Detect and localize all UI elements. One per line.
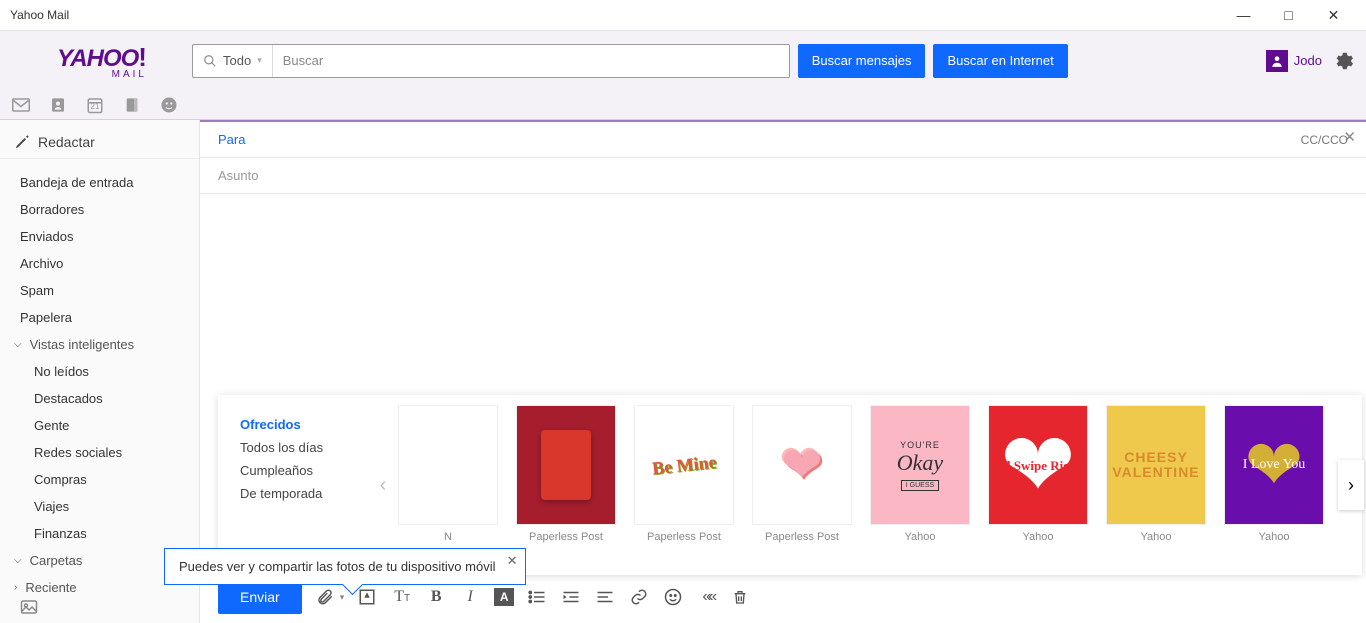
card-thumb-iloveyou: I Love You [1224, 405, 1324, 525]
compose-pane: ✕ Para CC/CCO Ofrecidos Todos los días C… [200, 120, 1366, 623]
subject-field-row [200, 158, 1366, 194]
card-thumb-rose-heart [752, 405, 852, 525]
window-maximize-button[interactable]: □ [1266, 0, 1311, 30]
search-input[interactable] [273, 45, 789, 77]
sidebar-item-archive[interactable]: Archivo [0, 250, 199, 277]
to-input[interactable] [259, 132, 1300, 147]
chevron-down-icon: ▾ [257, 55, 262, 66]
card-thumb-red-envelope [516, 405, 616, 525]
stationery-cat-everyday[interactable]: Todos los días [240, 436, 358, 459]
stationery-card[interactable]: N [398, 405, 498, 565]
search-web-button[interactable]: Buscar en Internet [933, 44, 1067, 78]
window-minimize-button[interactable]: ― [1221, 0, 1266, 30]
text-color-icon[interactable]: A [494, 588, 514, 606]
sidebar-item-social[interactable]: Redes sociales [0, 439, 199, 466]
send-button[interactable]: Enviar [218, 580, 302, 614]
bold-icon[interactable]: B [426, 588, 446, 606]
stationery-icon[interactable] [358, 588, 378, 606]
calendar-icon[interactable]: 21 [86, 96, 104, 114]
font-size-icon[interactable]: TT [392, 588, 412, 606]
to-field-row: Para CC/CCO [200, 122, 1366, 158]
sidebar-item-travel[interactable]: Viajes [0, 493, 199, 520]
card-thumb-okay: YOU'RE Okay I GUESS [870, 405, 970, 525]
sidebar-item-inbox[interactable]: Bandeja de entrada [0, 169, 199, 196]
italic-icon[interactable]: I [460, 588, 480, 606]
mail-icon[interactable] [12, 98, 30, 112]
close-compose-button[interactable]: ✕ [1343, 128, 1356, 146]
search-box: Todo ▾ [192, 44, 790, 78]
bullet-list-icon[interactable] [528, 590, 548, 604]
pencil-icon [14, 134, 30, 150]
indent-icon[interactable] [562, 590, 582, 604]
sidebar-item-trash[interactable]: Papelera [0, 304, 199, 331]
search-icon [203, 54, 217, 68]
stationery-cat-seasonal[interactable]: De temporada [240, 482, 358, 505]
tooltip-close-button[interactable]: ✕ [507, 553, 518, 569]
stationery-card[interactable]: Be Mine Paperless Post [634, 405, 734, 565]
window-close-button[interactable]: ✕ [1311, 0, 1356, 30]
app-icon-strip: 21 [0, 90, 1366, 120]
stationery-card[interactable]: YOU'RE Okay I GUESS Yahoo [870, 405, 970, 565]
cc-cco-toggle[interactable]: CC/CCO [1301, 133, 1348, 147]
user-menu[interactable]: Jodo [1266, 50, 1322, 72]
sidebar-item-sent[interactable]: Enviados [0, 223, 199, 250]
subject-input[interactable] [218, 168, 1348, 183]
sidebar-item-people[interactable]: Gente [0, 412, 199, 439]
card-thumb-swipe-right: I'd Swipe Right [988, 405, 1088, 525]
stationery-cat-featured[interactable]: Ofrecidos [240, 413, 358, 436]
yahoo-mail-logo[interactable]: YAHOO! MAIL [12, 42, 192, 80]
search-messages-button[interactable]: Buscar mensajes [798, 44, 926, 78]
notepad-icon[interactable] [124, 96, 140, 114]
sidebar-item-finance[interactable]: Finanzas [0, 520, 199, 547]
stationery-cat-birthday[interactable]: Cumpleaños [240, 459, 358, 482]
stationery-card[interactable]: I Love You Yahoo [1224, 405, 1324, 565]
stationery-card[interactable]: CHEESYVALENTINE Yahoo [1106, 405, 1206, 565]
sidebar-item-drafts[interactable]: Borradores [0, 196, 199, 223]
align-icon[interactable] [596, 590, 616, 604]
card-thumb-be-mine: Be Mine [634, 405, 734, 525]
sidebar-section-smart-views[interactable]: Vistas inteligentes [0, 331, 199, 358]
link-icon[interactable] [630, 588, 650, 606]
trash-icon[interactable] [732, 588, 752, 606]
avatar-icon [1266, 50, 1288, 72]
sidebar-item-unread[interactable]: No leídos [0, 358, 199, 385]
stationery-card[interactable]: Paperless Post [516, 405, 616, 565]
stationery-card[interactable]: Paperless Post [752, 405, 852, 565]
photos-icon[interactable] [20, 599, 38, 615]
contacts-icon[interactable] [50, 97, 66, 113]
stationery-card[interactable]: I'd Swipe Right Yahoo [988, 405, 1088, 565]
sidebar-item-starred[interactable]: Destacados [0, 385, 199, 412]
window-titlebar: Yahoo Mail ― □ ✕ [0, 0, 1366, 30]
messenger-icon[interactable] [160, 96, 178, 114]
attach-icon[interactable] [316, 588, 336, 606]
stationery-next-button[interactable]: › [1338, 460, 1364, 510]
collapse-icon[interactable]: «« [698, 588, 718, 606]
card-thumb-cheesy: CHEESYVALENTINE [1106, 405, 1206, 525]
to-label: Para [218, 132, 245, 147]
attach-dropdown-icon[interactable]: ▾ [340, 592, 345, 603]
stationery-cards: N Paperless Post Be Mine Paperless Post … [398, 395, 1362, 575]
message-body-area[interactable]: Ofrecidos Todos los días Cumpleaños De t… [200, 194, 1366, 623]
compose-button[interactable]: Redactar [0, 126, 199, 159]
photos-tooltip: Puedes ver y compartir las fotos de tu d… [164, 548, 526, 585]
app-header: YAHOO! MAIL Todo ▾ Buscar mensajes Busca… [0, 30, 1366, 90]
card-thumb-blank [398, 405, 498, 525]
sidebar-item-spam[interactable]: Spam [0, 277, 199, 304]
sidebar-item-shopping[interactable]: Compras [0, 466, 199, 493]
window-title: Yahoo Mail [10, 8, 69, 22]
emoji-icon[interactable] [664, 588, 684, 606]
settings-gear-icon[interactable] [1332, 50, 1354, 72]
search-scope-dropdown[interactable]: Todo ▾ [193, 45, 273, 77]
